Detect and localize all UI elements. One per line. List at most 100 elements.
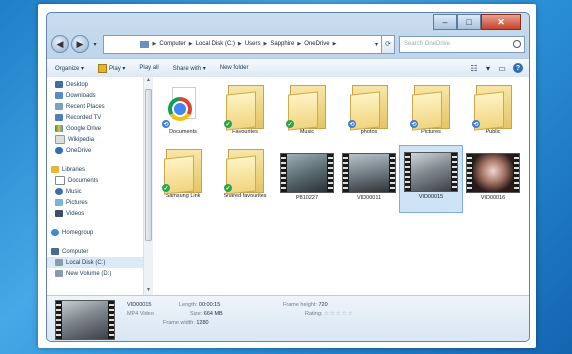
nav-item-wikipedia[interactable]: Wikipedia bbox=[47, 134, 143, 145]
file-item-label: Favourites bbox=[232, 129, 258, 135]
scroll-up-icon[interactable]: ▲ bbox=[144, 77, 153, 85]
rating-stars[interactable]: ☆☆☆☆☆ bbox=[324, 311, 354, 317]
breadcrumb-computer[interactable]: Computer bbox=[159, 41, 185, 47]
folder-icon: ✓ bbox=[162, 147, 202, 195]
video-frame bbox=[62, 301, 108, 339]
breadcrumb-sapphire[interactable]: Sapphire bbox=[270, 41, 294, 47]
folder-icon: ✓ bbox=[286, 83, 326, 131]
nav-item-music[interactable]: Music bbox=[47, 186, 143, 197]
nav-item-pictures[interactable]: Pictures bbox=[47, 197, 143, 208]
breadcrumb-separator-icon: ▶ bbox=[237, 41, 242, 47]
nav-label: Homegroup bbox=[62, 229, 94, 236]
nav-group-computer[interactable]: Computer bbox=[47, 246, 143, 257]
nav-label: Desktop bbox=[66, 81, 89, 88]
nav-item-new-volume[interactable]: New Volume (D:) bbox=[47, 268, 143, 279]
video-frame bbox=[287, 154, 327, 192]
details-frame-width-value: 1280 bbox=[196, 320, 209, 326]
details-length: Length: 00:00:15 bbox=[179, 302, 220, 308]
details-rating-label: Rating: bbox=[305, 311, 323, 317]
navigation-pane: Desktop Downloads Recent Places Recorded… bbox=[47, 77, 144, 295]
breadcrumb-users[interactable]: Users bbox=[245, 41, 261, 47]
recent-pages-dropdown[interactable]: ▾ bbox=[91, 40, 99, 48]
details-rating: Rating: ☆☆☆☆☆ bbox=[305, 311, 354, 317]
view-controls: ☷ ▾ ▭ ? bbox=[469, 63, 529, 73]
nav-item-recorded-tv[interactable]: Recorded TV bbox=[47, 112, 143, 123]
scroll-down-icon[interactable]: ▼ bbox=[144, 287, 153, 295]
nav-label: Local Disk (C:) bbox=[66, 259, 106, 266]
file-item-video-vid00016[interactable]: VID00016 bbox=[463, 147, 523, 201]
folder-icon: ✓ bbox=[224, 83, 264, 131]
file-item-video-vid00011[interactable]: VID00011 bbox=[339, 147, 399, 201]
view-dropdown-icon[interactable]: ▾ bbox=[485, 63, 491, 73]
file-item-video-p810227[interactable]: P810227 bbox=[277, 147, 337, 201]
share-with-button[interactable]: Share with ▾ bbox=[173, 65, 206, 72]
play-all-button[interactable]: Play all bbox=[139, 65, 158, 71]
back-button[interactable]: ◀ bbox=[51, 35, 69, 53]
address-bar[interactable]: ▶ Computer ▶ Local Disk (C:) ▶ Users ▶ S… bbox=[103, 34, 382, 54]
synced-check-icon: ✓ bbox=[286, 120, 294, 128]
nav-label: Computer bbox=[62, 248, 89, 255]
nav-item-documents[interactable]: Documents bbox=[47, 175, 143, 186]
search-input[interactable]: Search OneDrive bbox=[399, 35, 525, 53]
play-button[interactable]: Play ▾ bbox=[98, 63, 125, 73]
video-thumbnail-icon bbox=[404, 152, 458, 192]
file-item-samsung-link[interactable]: ✓ Samsung Link bbox=[153, 147, 213, 199]
organize-button[interactable]: Organize ▾ bbox=[55, 65, 84, 72]
screenshot-frame: – □ ✕ ◀ ▶ ▾ ▶ Computer ▶ Local Disk (C:)… bbox=[38, 4, 536, 348]
file-item-shared-favourites[interactable]: ✓ Shared favourites bbox=[215, 147, 275, 199]
chrome-icon bbox=[168, 97, 192, 121]
file-item-photos[interactable]: ⟲ photos bbox=[339, 83, 399, 135]
film-strip bbox=[56, 301, 61, 339]
nav-item-desktop[interactable]: Desktop bbox=[47, 79, 143, 90]
video-frame bbox=[473, 154, 513, 192]
file-item-video-vid00015[interactable]: VID00015 bbox=[399, 145, 463, 213]
folder-icon: ⟲ bbox=[410, 83, 450, 131]
maximize-button[interactable]: □ bbox=[457, 14, 481, 30]
forward-button[interactable]: ▶ bbox=[71, 35, 89, 53]
search-placeholder: Search OneDrive bbox=[404, 41, 451, 47]
nav-item-downloads[interactable]: Downloads bbox=[47, 90, 143, 101]
nav-item-recent-places[interactable]: Recent Places bbox=[47, 101, 143, 112]
sync-status-icon: ⟲ bbox=[348, 120, 356, 128]
new-folder-button[interactable]: New folder bbox=[220, 65, 249, 71]
navigation-pane-scrollbar[interactable]: ▲ ▼ bbox=[143, 77, 153, 295]
file-list: ⟲ Documents ✓ Favourites ✓ Music ⟲ photo… bbox=[153, 77, 529, 295]
nav-label: Pictures bbox=[66, 199, 88, 206]
nav-group-homegroup[interactable]: Homegroup bbox=[47, 227, 143, 238]
documents-icon bbox=[55, 176, 65, 185]
close-button[interactable]: ✕ bbox=[481, 14, 521, 30]
file-item-label: photos bbox=[360, 129, 378, 135]
play-icon bbox=[98, 63, 108, 73]
scrollbar-thumb[interactable] bbox=[145, 89, 152, 241]
file-item-public[interactable]: ⟲ Public bbox=[463, 83, 523, 135]
nav-group-libraries[interactable]: Libraries bbox=[47, 164, 143, 175]
file-item-pictures[interactable]: ⟲ Pictures bbox=[401, 83, 461, 135]
recorded-tv-icon bbox=[55, 114, 63, 121]
details-frame-height: Frame height: 720 bbox=[283, 302, 328, 308]
nav-item-google-drive[interactable]: Google Drive bbox=[47, 123, 143, 134]
film-strip bbox=[281, 154, 286, 192]
help-icon[interactable]: ? bbox=[513, 63, 523, 73]
refresh-button[interactable]: ⟳ bbox=[382, 34, 395, 54]
film-strip bbox=[467, 154, 472, 192]
nav-item-local-disk[interactable]: Local Disk (C:) bbox=[47, 257, 143, 268]
downloads-icon bbox=[55, 92, 63, 99]
search-icon bbox=[513, 40, 521, 48]
file-item-favourites[interactable]: ✓ Favourites bbox=[215, 83, 275, 135]
file-item-label: Music bbox=[299, 129, 315, 135]
file-item-documents[interactable]: ⟲ Documents bbox=[153, 83, 213, 135]
change-view-icon[interactable]: ☷ bbox=[469, 63, 479, 73]
navigation-bar: ◀ ▶ ▾ ▶ Computer ▶ Local Disk (C:) ▶ Use… bbox=[51, 33, 525, 55]
minimize-button[interactable]: – bbox=[433, 14, 457, 30]
nav-label: Recent Places bbox=[66, 103, 105, 110]
breadcrumb-local-disk[interactable]: Local Disk (C:) bbox=[196, 41, 235, 47]
breadcrumb-onedrive[interactable]: OneDrive bbox=[304, 41, 329, 47]
file-item-music[interactable]: ✓ Music bbox=[277, 83, 337, 135]
nav-label: Google Drive bbox=[66, 125, 102, 132]
preview-pane-icon[interactable]: ▭ bbox=[497, 63, 507, 73]
address-dropdown-icon[interactable]: ▾ bbox=[372, 41, 381, 48]
drive-icon bbox=[55, 259, 63, 266]
file-item-label: P810227 bbox=[295, 195, 319, 201]
nav-item-onedrive[interactable]: OneDrive bbox=[47, 145, 143, 156]
nav-item-videos[interactable]: Videos bbox=[47, 208, 143, 219]
